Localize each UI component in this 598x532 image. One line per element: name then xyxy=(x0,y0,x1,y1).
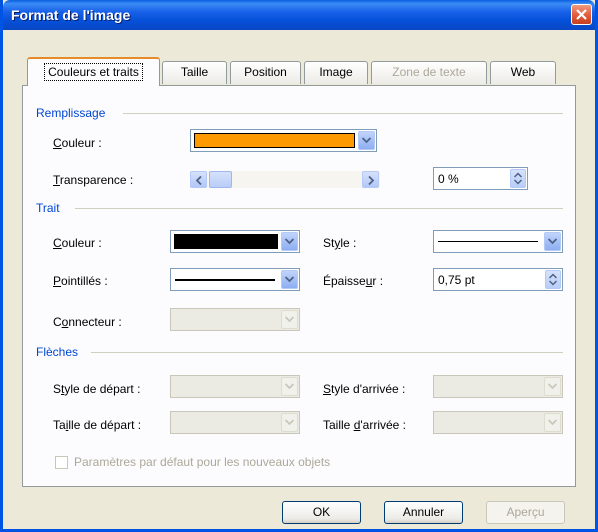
section-remplissage: Remplissage xyxy=(36,106,112,120)
chevron-down-icon xyxy=(544,377,561,396)
connector-label: Connecteur : xyxy=(53,315,122,329)
arrow-left-icon xyxy=(195,176,202,185)
chevron-down-icon xyxy=(281,377,298,396)
spinner-buttons[interactable] xyxy=(545,270,561,289)
defaults-checkbox xyxy=(55,456,68,469)
section-trait: Trait xyxy=(36,201,66,215)
scroll-left-button[interactable] xyxy=(190,171,207,188)
tab-web[interactable]: Web xyxy=(490,61,556,84)
dashed-dropdown[interactable] xyxy=(170,268,300,291)
transparency-spinbox[interactable]: 0 % xyxy=(433,167,528,190)
dashed-label: Pointillés : xyxy=(53,274,108,288)
line-color-label: Couleur : xyxy=(53,236,102,250)
scroll-right-button[interactable] xyxy=(362,171,379,188)
begin-size-label: Taille de départ : xyxy=(53,418,142,432)
dialog-window: Format de l'image Couleurs et traits Tai… xyxy=(0,0,598,532)
fill-color-dropdown[interactable] xyxy=(190,129,377,152)
transparency-value: 0 % xyxy=(438,172,459,186)
section-fleches: Flèches xyxy=(36,345,85,359)
begin-style-label: Style de départ : xyxy=(53,382,141,396)
chevron-down-icon[interactable] xyxy=(544,232,561,251)
section-divider xyxy=(123,113,563,114)
tab-zone-de-texte: Zone de texte xyxy=(371,61,487,84)
transparency-slider[interactable] xyxy=(190,171,380,188)
chevron-down-icon xyxy=(281,413,298,432)
chevron-down-icon[interactable] xyxy=(358,131,375,150)
tab-image[interactable]: Image xyxy=(304,61,368,84)
end-style-dropdown xyxy=(433,375,563,398)
ok-button[interactable]: OK xyxy=(282,501,361,524)
weight-value: 0,75 pt xyxy=(438,273,475,287)
line-color-swatch xyxy=(174,234,278,249)
end-size-dropdown xyxy=(433,411,563,434)
section-divider xyxy=(91,352,563,353)
cancel-button[interactable]: Annuler xyxy=(384,501,463,524)
spinner-arrows-icon xyxy=(514,172,522,185)
section-divider xyxy=(75,208,563,209)
arrow-right-icon xyxy=(368,176,375,185)
end-size-label: Taille d'arrivée : xyxy=(323,418,407,432)
chevron-down-icon[interactable] xyxy=(281,232,298,251)
spinner-buttons[interactable] xyxy=(510,169,526,188)
tab-taille[interactable]: Taille xyxy=(162,61,227,84)
weight-spinbox[interactable]: 0,75 pt xyxy=(433,268,563,291)
begin-size-dropdown xyxy=(170,411,300,434)
close-button[interactable] xyxy=(571,4,592,25)
begin-style-dropdown xyxy=(170,375,300,398)
tab-label: Couleurs et traits xyxy=(44,63,143,81)
slider-thumb[interactable] xyxy=(209,171,232,188)
chevron-down-icon[interactable] xyxy=(281,270,298,289)
tab-couleurs-et-traits[interactable]: Couleurs et traits xyxy=(27,57,160,86)
fill-color-swatch xyxy=(194,133,355,148)
end-style-label: Style d'arrivée : xyxy=(323,382,406,396)
line-style-dropdown[interactable] xyxy=(433,230,563,253)
weight-label: Épaisseur : xyxy=(323,274,384,288)
defaults-checkbox-label: Paramètres par défaut pour les nouveaux … xyxy=(74,455,331,469)
window-title: Format de l'image xyxy=(11,7,131,23)
dash-style-preview xyxy=(175,279,275,281)
spinner-arrows-icon xyxy=(549,273,557,286)
line-style-label: Style : xyxy=(323,236,357,250)
close-icon xyxy=(576,9,587,20)
line-style-preview xyxy=(438,241,538,242)
fill-color-label: Couleur : xyxy=(53,136,102,150)
connector-dropdown xyxy=(170,308,300,331)
chevron-down-icon xyxy=(544,413,561,432)
chevron-down-icon xyxy=(281,310,298,329)
title-bar[interactable]: Format de l'image xyxy=(3,0,595,30)
line-color-dropdown[interactable] xyxy=(170,230,300,253)
transparency-label: Transparence : xyxy=(53,173,134,187)
tab-position[interactable]: Position xyxy=(230,61,301,84)
preview-button: Aperçu xyxy=(486,501,565,524)
fill-color-label-rest: ouleur : xyxy=(61,136,102,150)
